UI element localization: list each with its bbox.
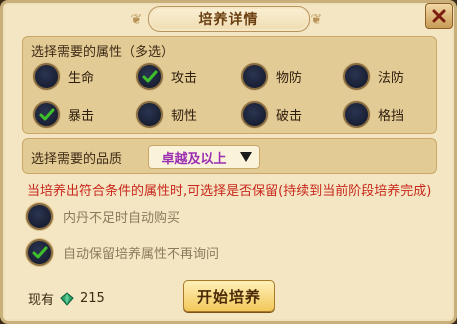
title-ornament-left-icon: ❦ [130,12,144,28]
option-label: 自动保留培养属性不再询问 [63,247,220,262]
checkbox[interactable] [136,63,163,90]
title-ornament-right-icon: ❦ [310,12,324,28]
attr-block[interactable]: 格挡 [343,101,404,128]
gem-icon [60,291,74,306]
option-label: 内丹不足时自动购买 [63,211,181,226]
checkbox[interactable] [343,63,370,90]
quality-selected-value: 卓越及以上 [161,151,227,167]
currency-label: 现有 [28,293,55,308]
attr-label: 物防 [276,71,303,86]
attr-label: 攻击 [171,71,198,86]
attr-label: 格挡 [378,109,405,124]
quality-select[interactable]: 卓越及以上 [148,145,260,169]
check-icon [39,108,54,120]
close-icon [432,9,446,23]
title-bar: ❦ 培养详情 ❦ [0,6,457,32]
attr-label: 韧性 [171,109,198,124]
option-auto-keep[interactable]: 自动保留培养属性不再询问 [26,239,219,266]
currency-amount: 215 [80,291,105,306]
attr-crit[interactable]: 暴击 [33,101,94,128]
attr-physical-defense[interactable]: 物防 [241,63,302,90]
checkbox[interactable] [136,101,163,128]
checkbox[interactable] [241,101,268,128]
check-icon [142,70,157,82]
close-button[interactable] [425,3,453,29]
attr-toughness[interactable]: 韧性 [136,101,197,128]
attr-label: 法防 [378,71,405,86]
checkbox[interactable] [33,101,60,128]
checkbox[interactable] [343,101,370,128]
checkbox[interactable] [241,63,268,90]
check-icon [32,246,47,258]
attr-label: 暴击 [68,109,95,124]
dialog-title-box: ❦ 培养详情 ❦ [131,6,322,32]
start-cultivate-button[interactable]: 开始培养 [183,280,275,312]
chevron-down-icon [240,152,252,162]
attr-label: 生命 [68,71,95,86]
attr-magic-defense[interactable]: 法防 [343,63,404,90]
quality-panel: 选择需要的品质 卓越及以上 [22,138,437,174]
dialog-title: 培养详情 [198,12,259,28]
attribute-panel: 选择需要的属性（多选） 生命 攻击 物防 法防 暴击 韧性 破击 格挡 [22,36,437,134]
attr-pierce[interactable]: 破击 [241,101,302,128]
notice-text: 当培养出符合条件的属性时,可选择是否保留(持续到当前阶段培养完成) [27,184,432,199]
attr-life[interactable]: 生命 [33,63,94,90]
attr-attack[interactable]: 攻击 [136,63,197,90]
currency-display: 现有 215 [28,289,105,308]
checkbox[interactable] [26,239,53,266]
quality-label: 选择需要的品质 [31,152,123,167]
option-auto-buy[interactable]: 内丹不足时自动购买 [26,203,180,230]
checkbox[interactable] [26,203,53,230]
checkbox[interactable] [33,63,60,90]
attr-label: 破击 [276,109,303,124]
attribute-section-label: 选择需要的属性（多选） [31,45,175,60]
